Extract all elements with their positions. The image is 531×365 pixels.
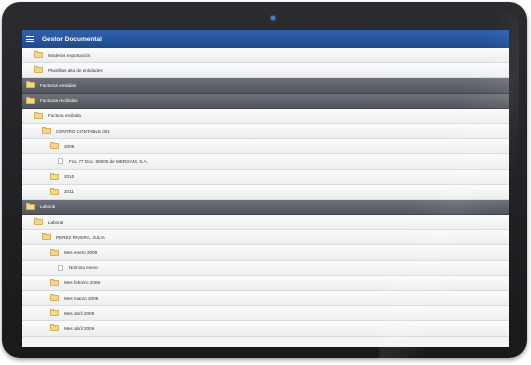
tree-row-label: Mes enero 2009: [64, 250, 98, 256]
folder-icon: [50, 324, 59, 332]
tree-folder-row[interactable]: PEREZ RIVERA, JULIA: [22, 230, 509, 246]
folder-icon: [50, 172, 59, 180]
folder-icon: [50, 187, 59, 195]
folder-icon: [26, 202, 35, 210]
tree-folder-row[interactable]: Mes marzo 2009: [22, 291, 509, 307]
folder-icon: [50, 309, 59, 317]
tree-row-label: 2009: [64, 143, 75, 149]
tree-folder-row[interactable]: Laboral: [22, 215, 509, 231]
folder-icon: [42, 127, 51, 135]
tree-row-label: Mes marzo 2009: [64, 295, 99, 301]
tree-document-row[interactable]: Fra. 77 Doc. 80000 de MERGAM, S.A.: [22, 154, 509, 170]
app-screen: Gestor Documental Modelos exportación Pla…: [22, 30, 509, 347]
tree-row-label: Mes abril 2009: [64, 325, 95, 331]
tree-folder-row[interactable]: 2010: [22, 169, 509, 185]
folder-icon: [50, 294, 59, 302]
tree-row-label: Plantillas alta de entidades: [48, 67, 103, 73]
folder-icon: [26, 81, 35, 89]
tree-row-label: Mes febrero 2009: [64, 280, 101, 286]
document-icon: [58, 264, 63, 271]
folder-icon: [34, 51, 43, 59]
folder-icon: [50, 248, 59, 256]
tree-row-label: Fra. 77 Doc. 80000 de MERGAM, S.A.: [69, 158, 148, 164]
tree-row-label: Facturas recibidas: [40, 98, 78, 104]
tree-row-label: 2011: [64, 189, 74, 195]
tree-folder-row[interactable]: Facturas recibidas: [22, 93, 509, 109]
tree-folder-row[interactable]: Facturas emitidas: [22, 78, 509, 94]
document-tree-list: Modelos exportación Plantillas alta de en…: [22, 48, 509, 337]
tablet-frame: Gestor Documental Modelos exportación Pla…: [2, 2, 527, 360]
tree-folder-row[interactable]: Mes abril 2009: [22, 321, 509, 337]
tree-folder-row[interactable]: 2009: [22, 139, 509, 155]
tree-row-label: Laboral: [40, 204, 56, 210]
tree-folder-row[interactable]: Plantillas alta de entidades: [22, 63, 509, 79]
folder-icon: [34, 218, 43, 226]
tree-row-label: PEREZ RIVERA, JULIA: [56, 234, 105, 240]
tree-row-label: Modelos exportación: [48, 52, 91, 58]
folder-icon: [26, 96, 35, 104]
folder-icon: [42, 233, 51, 241]
folder-icon: [34, 66, 43, 74]
tree-folder-row[interactable]: Mes febrero 2009: [22, 275, 509, 291]
tree-row-label: CENTRO CONTABLE 001: [56, 128, 111, 134]
tree-row-label: Factura recibida: [48, 113, 81, 119]
folder-icon: [50, 142, 59, 150]
hamburger-menu-icon[interactable]: [26, 36, 34, 42]
folder-icon: [34, 111, 43, 119]
tree-folder-row[interactable]: Laboral: [22, 199, 509, 216]
tree-folder-row[interactable]: 2011: [22, 184, 509, 200]
tree-row-label: 2010: [64, 174, 75, 180]
tree-folder-row[interactable]: Mes enero 2009: [22, 245, 509, 261]
tree-folder-row[interactable]: Mes abril 2009: [22, 306, 509, 322]
tree-document-row[interactable]: Nómina enero: [22, 260, 509, 276]
tree-folder-row[interactable]: CENTRO CONTABLE 001: [22, 123, 509, 140]
app-header: Gestor Documental: [22, 30, 509, 48]
folder-icon: [50, 278, 59, 286]
tree-row-label: Nómina enero: [69, 265, 98, 271]
tree-row-label: Mes abril 2009: [64, 310, 95, 316]
tree-row-label: Facturas emitidas: [40, 82, 77, 88]
tree-folder-row[interactable]: Modelos exportación: [22, 48, 509, 64]
tree-folder-row[interactable]: Factura recibida: [22, 108, 509, 124]
camera-icon: [271, 16, 275, 20]
tree-row-label: Laboral: [48, 219, 64, 225]
document-icon: [58, 158, 63, 165]
app-title: Gestor Documental: [42, 35, 102, 43]
